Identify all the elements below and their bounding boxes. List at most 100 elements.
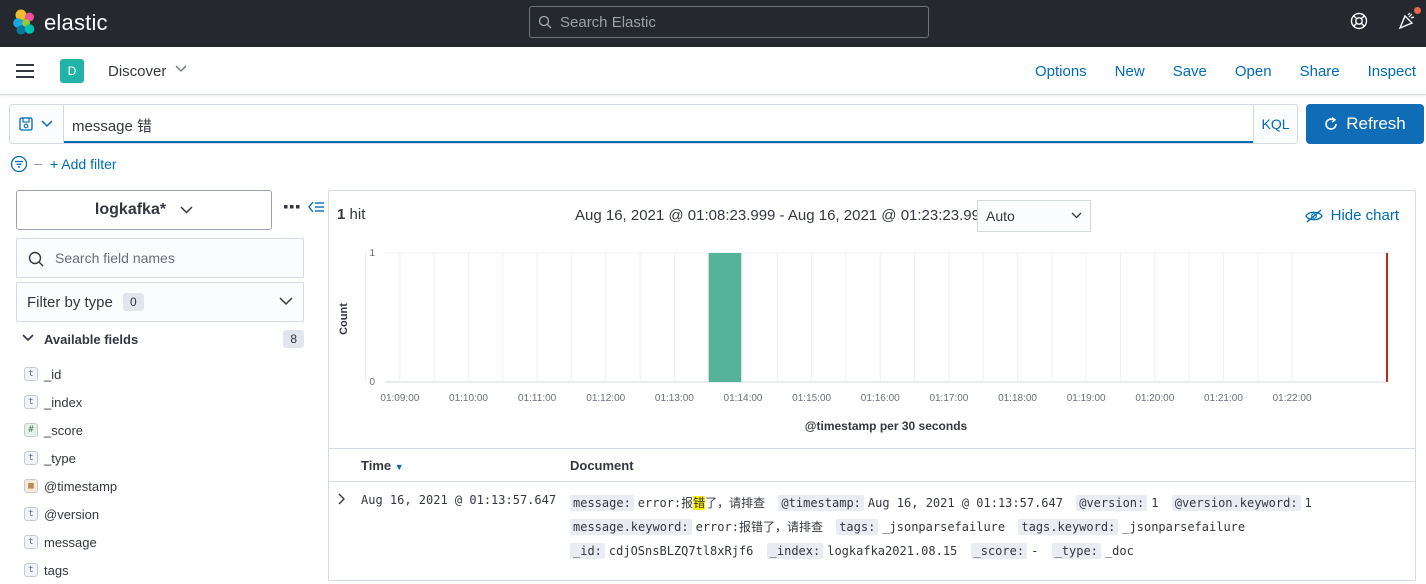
field-item-version[interactable]: t @version: [24, 500, 304, 528]
save-link[interactable]: Save: [1173, 63, 1207, 80]
string-type-icon: t: [24, 535, 38, 549]
field-name: _id: [44, 366, 62, 382]
document-table-header: Time ▼ Document: [329, 448, 1415, 482]
new-link[interactable]: New: [1115, 63, 1145, 80]
breadcrumb-discover[interactable]: Discover: [108, 63, 166, 80]
interval-value: Auto: [986, 208, 1015, 224]
histogram-bar: [708, 253, 742, 382]
field-name: _index: [44, 394, 83, 410]
help-icon[interactable]: [1350, 12, 1368, 30]
options-link[interactable]: Options: [1035, 63, 1087, 80]
document-column-header: Document: [570, 458, 634, 473]
hide-chart-button[interactable]: Hide chart: [1304, 207, 1399, 224]
chevron-down-icon: [41, 120, 53, 127]
search-highlight: 错: [693, 496, 706, 510]
string-type-icon: t: [24, 507, 38, 521]
brand-name: elastic: [44, 10, 108, 35]
query-language-toggle[interactable]: KQL: [1253, 105, 1297, 143]
chevron-down-icon: [279, 297, 293, 306]
field-value: logkafka2021.08.15: [827, 544, 958, 558]
field-value: Aug 16, 2021 @ 01:13:57.647: [867, 496, 1063, 510]
collapse-sidebar-icon[interactable]: [308, 201, 324, 213]
field-key: tags.keyword:: [1018, 519, 1119, 535]
field-value: -: [1031, 544, 1039, 558]
x-tick-label: 01:22:00: [1273, 393, 1312, 404]
available-fields-count: 8: [283, 330, 304, 348]
inspect-link[interactable]: Inspect: [1368, 63, 1416, 80]
share-link[interactable]: Share: [1300, 63, 1340, 80]
histogram-chart: 01:09:00 01:10:00 01:11:00 01:12:00 01:13:00…: [338, 248, 1388, 433]
divider: [34, 163, 42, 165]
x-tick-label: 01:14:00: [724, 393, 763, 404]
hit-count-label: hit: [349, 206, 366, 223]
add-filter-link[interactable]: + Add filter: [50, 156, 117, 172]
saved-query-button[interactable]: [10, 105, 64, 143]
field-item-timestamp[interactable]: ▦ @timestamp: [24, 472, 304, 500]
x-tick-label: 01:20:00: [1135, 393, 1174, 404]
search-icon: [538, 15, 552, 29]
app-bar: D Discover Options New Save Open Share I…: [0, 47, 1426, 95]
global-header: elastic: [0, 0, 1426, 47]
newsfeed-icon[interactable]: [1398, 12, 1416, 30]
field-item-index[interactable]: t _index: [24, 388, 304, 416]
string-type-icon: t: [24, 367, 38, 381]
field-search-input[interactable]: [55, 239, 295, 277]
field-key: _type:: [1051, 543, 1101, 559]
x-tick-label: 01:18:00: [998, 393, 1037, 404]
message-text: 了，请排查: [705, 496, 766, 510]
field-sidebar: logkafka* Filter by type 0 Available fie…: [16, 190, 326, 581]
field-name: tags: [44, 562, 69, 578]
available-fields-header[interactable]: Available fields 8: [22, 330, 304, 351]
hamburger-menu-icon[interactable]: [16, 64, 34, 78]
refresh-button[interactable]: Refresh: [1306, 104, 1424, 144]
global-search-input[interactable]: [560, 7, 920, 37]
field-name: message: [44, 534, 97, 550]
notification-dot: [1414, 7, 1421, 14]
field-key: _id:: [570, 543, 605, 559]
query-input[interactable]: message 错: [64, 105, 1254, 143]
field-value: _jsonparsefailure: [1122, 520, 1246, 534]
interval-select[interactable]: Auto: [977, 200, 1091, 232]
hide-chart-label: Hide chart: [1330, 207, 1399, 224]
filter-options-icon[interactable]: [10, 155, 28, 173]
open-link[interactable]: Open: [1235, 63, 1272, 80]
field-item-type[interactable]: t _type: [24, 444, 304, 472]
field-item-message[interactable]: t message: [24, 528, 304, 556]
field-key: tags:: [836, 519, 879, 535]
hit-count-value: 1: [337, 206, 346, 223]
field-value: _jsonparsefailure: [882, 520, 1006, 534]
filter-bar: + Add filter: [10, 154, 117, 174]
eye-closed-icon: [1304, 209, 1323, 222]
field-key: @version:: [1076, 495, 1148, 511]
search-icon: [28, 251, 44, 267]
index-pattern-actions-icon[interactable]: [284, 204, 300, 210]
field-value: 1: [1304, 496, 1312, 510]
x-tick-label: 01:17:00: [929, 393, 968, 404]
field-item-tags[interactable]: t tags: [24, 556, 304, 584]
expand-row-icon[interactable]: [338, 493, 346, 505]
results-panel: 1 hit Aug 16, 2021 @ 01:08:23.999 - Aug …: [328, 190, 1416, 581]
x-tick-label: 01:12:00: [586, 393, 625, 404]
index-pattern-selector[interactable]: logkafka*: [16, 190, 272, 230]
field-item-id[interactable]: t _id: [24, 360, 304, 388]
filter-by-type-dropdown[interactable]: Filter by type 0: [16, 282, 304, 322]
field-search[interactable]: [16, 238, 304, 278]
chevron-down-icon[interactable]: [175, 65, 187, 73]
chevron-down-icon: [180, 206, 193, 214]
time-column-header[interactable]: Time ▼: [361, 458, 404, 473]
chevron-down-icon: [22, 334, 34, 342]
string-type-icon: t: [24, 563, 38, 577]
field-list: t _id t _index # _score t _type ▦ @timestamp …: [24, 360, 304, 584]
elastic-logo-icon[interactable]: [12, 9, 36, 35]
space-avatar[interactable]: D: [60, 59, 84, 83]
calendar-type-icon: ▦: [24, 479, 38, 493]
time-range-label: Aug 16, 2021 @ 01:08:23.999 - Aug 16, 20…: [575, 207, 989, 224]
field-key: message.keyword:: [570, 519, 692, 535]
x-tick-label: 01:10:00: [449, 393, 488, 404]
x-tick-label: 01:21:00: [1204, 393, 1243, 404]
global-search[interactable]: [529, 6, 929, 38]
field-item-score[interactable]: # _score: [24, 416, 304, 444]
string-type-icon: t: [24, 395, 38, 409]
field-value: cdjOSnsBLZQ7tl8xRjf6: [608, 544, 754, 558]
saved-query-icon: [19, 117, 33, 131]
